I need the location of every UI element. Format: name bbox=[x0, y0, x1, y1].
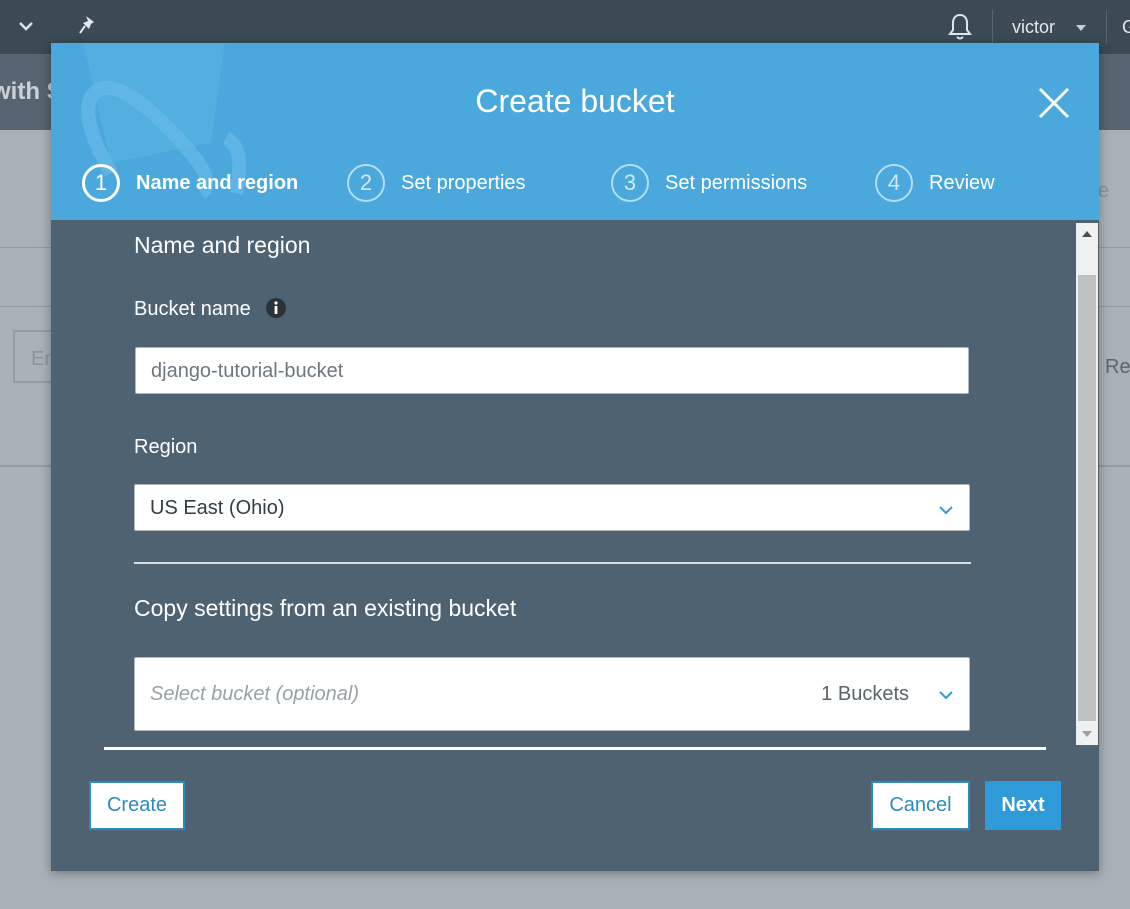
create-button[interactable]: Create bbox=[89, 781, 185, 830]
info-icon[interactable] bbox=[265, 297, 287, 319]
step-number: 4 bbox=[875, 164, 913, 202]
divider bbox=[992, 10, 993, 44]
step-label: Set properties bbox=[401, 171, 526, 194]
step-review[interactable]: 4 Review bbox=[875, 163, 995, 203]
cancel-button[interactable]: Cancel bbox=[871, 781, 970, 830]
bucket-count: 1 Buckets bbox=[821, 683, 909, 705]
scroll-up-arrow-icon[interactable] bbox=[1076, 223, 1098, 245]
wizard-steps: 1 Name and region 2 Set properties 3 Set… bbox=[51, 163, 1099, 203]
step-number: 1 bbox=[82, 164, 120, 202]
bell-icon[interactable] bbox=[946, 12, 974, 42]
step-number: 3 bbox=[611, 164, 649, 202]
region-menu[interactable]: G bbox=[1122, 17, 1130, 38]
step-label: Review bbox=[929, 171, 995, 194]
step-set-properties[interactable]: 2 Set properties bbox=[347, 163, 526, 203]
section-title: Name and region bbox=[134, 232, 311, 258]
pin-icon[interactable] bbox=[78, 14, 98, 36]
region-select[interactable]: US East (Ohio) bbox=[134, 484, 970, 531]
dialog-body: Name and region Bucket name django-tutor… bbox=[51, 220, 1077, 751]
section-divider bbox=[134, 562, 971, 564]
bucket-name-input[interactable]: django-tutorial-bucket bbox=[135, 347, 969, 394]
footer-divider bbox=[104, 747, 1046, 750]
region-label: Region bbox=[134, 436, 198, 458]
copy-settings-placeholder: Select bucket (optional) bbox=[150, 683, 360, 705]
step-number: 2 bbox=[347, 164, 385, 202]
step-label: Set permissions bbox=[665, 171, 808, 194]
bucket-name-label: Bucket name bbox=[134, 298, 251, 320]
dialog-header: Create bucket 1 Name and region 2 Set pr… bbox=[51, 43, 1099, 220]
chevron-down-icon bbox=[939, 506, 953, 515]
copy-settings-title: Copy settings from an existing bucket bbox=[134, 595, 517, 621]
caret-down-icon[interactable] bbox=[1076, 25, 1086, 31]
chevron-down-icon bbox=[939, 691, 953, 700]
region-selected-value: US East (Ohio) bbox=[150, 497, 285, 519]
chevron-down-icon[interactable] bbox=[17, 16, 35, 36]
close-icon[interactable] bbox=[1037, 86, 1071, 120]
account-menu[interactable]: victor bbox=[1012, 17, 1055, 38]
create-bucket-dialog: Create bucket 1 Name and region 2 Set pr… bbox=[51, 43, 1099, 871]
step-name-and-region[interactable]: 1 Name and region bbox=[82, 163, 298, 203]
scrollbar[interactable] bbox=[1076, 223, 1098, 745]
scrollbar-thumb[interactable] bbox=[1078, 275, 1096, 721]
scroll-down-arrow-icon[interactable] bbox=[1076, 723, 1098, 745]
step-set-permissions[interactable]: 3 Set permissions bbox=[611, 163, 807, 203]
step-label: Name and region bbox=[136, 171, 299, 194]
copy-settings-select[interactable]: Select bucket (optional) 1 Buckets bbox=[134, 657, 970, 731]
divider bbox=[1106, 10, 1107, 44]
dialog-title: Create bucket bbox=[475, 83, 675, 119]
background-label: Re bbox=[1105, 356, 1130, 378]
next-button[interactable]: Next bbox=[985, 781, 1061, 830]
background-label: e bbox=[1098, 180, 1110, 202]
